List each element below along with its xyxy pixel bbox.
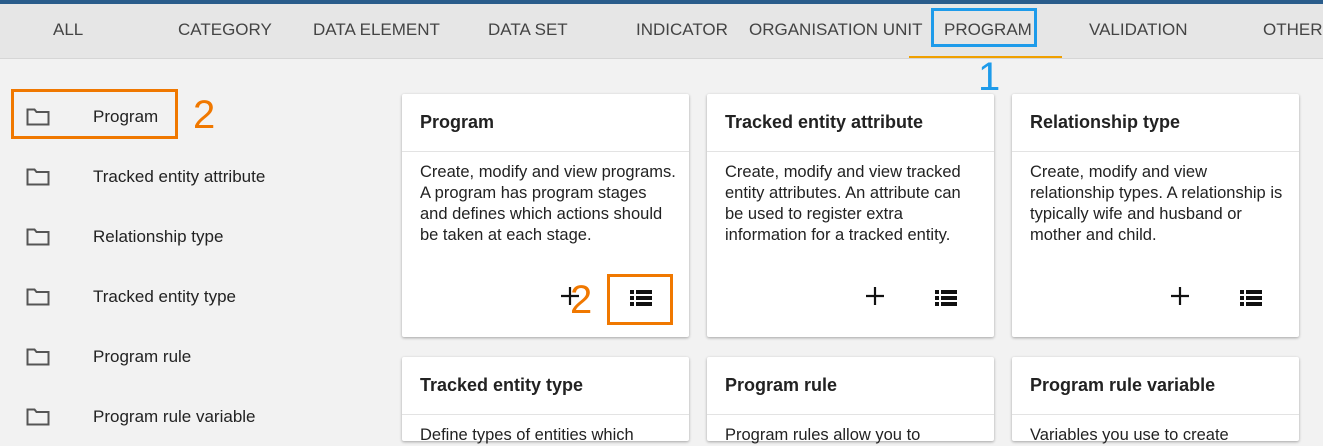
list-icon[interactable]: [1240, 290, 1262, 306]
tab-other[interactable]: OTHER: [1263, 4, 1323, 58]
card-description: Create, modify and view relationship typ…: [1030, 163, 1283, 244]
card-divider: [1012, 414, 1299, 415]
annotation-number-2: 2: [193, 93, 216, 137]
card-divider: [707, 414, 994, 415]
card-divider: [1012, 151, 1299, 152]
sidebar-item-label: Program rule variable: [93, 407, 256, 426]
card-description: Program rules allow you to: [725, 426, 921, 444]
card-program-rule: Program rule Program rules allow you to: [707, 357, 994, 444]
sidebar-item-label: Tracked entity attribute: [93, 167, 266, 186]
tab-validation[interactable]: VALIDATION: [1089, 4, 1188, 58]
card-description: Define types of entities which: [420, 426, 634, 444]
sidebar-item-program-rule-variable[interactable]: Program rule variable: [0, 397, 350, 437]
card-divider: [402, 151, 689, 152]
sidebar-item-relationship-type[interactable]: Relationship type: [0, 217, 350, 257]
folder-icon: [26, 348, 50, 366]
card-tracked-entity-attribute: Tracked entity attribute Create, modify …: [707, 94, 994, 337]
card-title: Program: [420, 112, 495, 132]
card-title: Tracked entity type: [420, 375, 584, 395]
card-title: Program rule variable: [1030, 375, 1216, 395]
list-button-highlight: [607, 274, 673, 325]
card-divider: [402, 414, 689, 415]
folder-icon: [26, 408, 50, 426]
card-program-rule-variable: Program rule variable Variables you use …: [1012, 357, 1299, 444]
annotation-number-2: 2: [570, 278, 593, 322]
sidebar-item-label: Tracked entity type: [93, 287, 236, 306]
card-relationship-type: Relationship type Create, modify and vie…: [1012, 94, 1299, 337]
tab-data-element[interactable]: DATA ELEMENT: [313, 4, 440, 58]
tab-all[interactable]: ALL: [53, 4, 83, 58]
tab-organisation-unit[interactable]: ORGANISATION UNIT: [749, 4, 922, 58]
sidebar-item-label: Relationship type: [93, 227, 224, 246]
folder-icon: [26, 228, 50, 246]
tab-category[interactable]: CATEGORY: [178, 4, 272, 58]
folder-icon: [26, 168, 50, 186]
sidebar-program-highlight: [11, 89, 178, 139]
card-title: Program rule: [725, 375, 838, 395]
list-icon[interactable]: [935, 290, 957, 306]
add-icon[interactable]: [863, 284, 887, 308]
program-tab-highlight: [931, 8, 1037, 47]
add-icon[interactable]: [1168, 284, 1192, 308]
sidebar-item-tracked-entity-attribute[interactable]: Tracked entity attribute: [0, 157, 350, 197]
section-tabs: ALL CATEGORY DATA ELEMENT DATA SET INDIC…: [0, 4, 1323, 59]
card-title: Relationship type: [1030, 112, 1181, 132]
card-divider: [707, 151, 994, 152]
tab-indicator[interactable]: INDICATOR: [636, 4, 728, 58]
card-tracked-entity-type: Tracked entity type Define types of enti…: [402, 357, 689, 444]
card-description: Create, modify and view programs. A prog…: [420, 163, 676, 244]
card-description: Variables you use to create: [1030, 426, 1229, 444]
card-description: Create, modify and view tracked entity a…: [725, 163, 961, 244]
sidebar-item-program-rule[interactable]: Program rule: [0, 337, 350, 377]
folder-icon: [26, 288, 50, 306]
card-title: Tracked entity attribute: [725, 112, 924, 132]
sidebar-item-tracked-entity-type[interactable]: Tracked entity type: [0, 277, 350, 317]
tab-data-set[interactable]: DATA SET: [488, 4, 568, 58]
sidebar-item-label: Program rule: [93, 347, 192, 366]
